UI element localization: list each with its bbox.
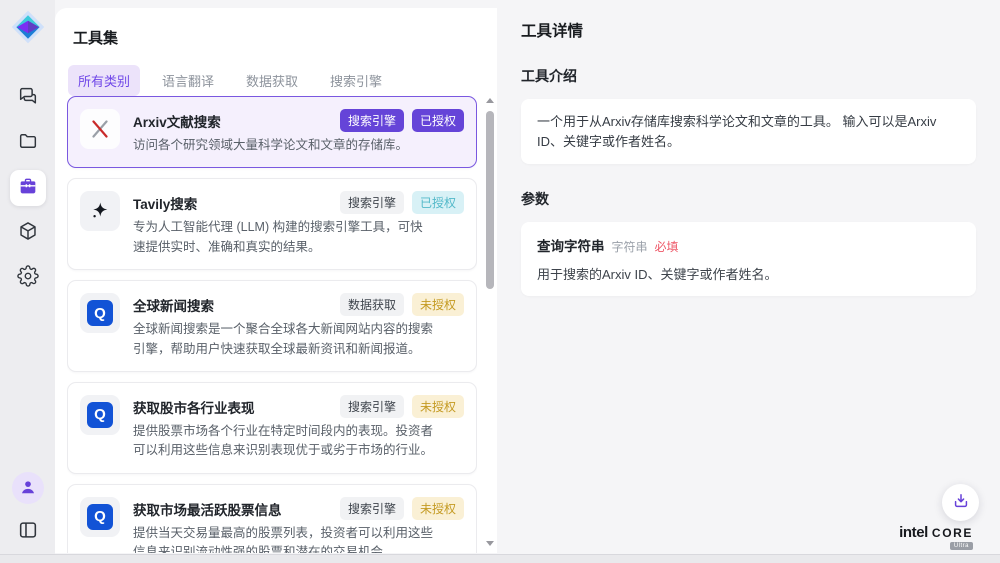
core-wordmark: CORE: [932, 526, 973, 540]
category-tag: 搜索引擎: [340, 109, 404, 132]
q-logo-icon: Q: [80, 497, 120, 537]
chat-icon: [17, 85, 39, 110]
param-name: 查询字符串: [537, 235, 605, 255]
tool-description: 提供当天交易量最高的股票列表，投资者可以利用这些信息来识别流动性强的股票和潜在的…: [133, 524, 435, 553]
auth-badge: 未授权: [412, 395, 464, 418]
sidebar-item-packages[interactable]: [10, 215, 46, 251]
app-logo[interactable]: [10, 9, 46, 45]
tool-card-arxiv[interactable]: Arxiv文献搜索 访问各个研究领域大量科学论文和文章的存储库。 搜索引擎 已授…: [67, 96, 477, 168]
auth-badge: 已授权: [412, 191, 464, 214]
download-icon: [951, 491, 971, 514]
q-logo-icon: Q: [80, 395, 120, 435]
tool-card-global-news[interactable]: Q 全球新闻搜索 全球新闻搜索是一个聚合全球各大新闻网站内容的搜索引擎，帮助用户…: [67, 280, 477, 372]
panel-toggle-button[interactable]: [10, 513, 46, 549]
scroll-up-icon[interactable]: [486, 98, 494, 103]
folder-icon: [17, 130, 39, 155]
ultra-badge: Ultra: [950, 542, 973, 550]
arxiv-x-icon: [80, 109, 120, 149]
detail-panel: 工具详情 工具介绍 一个用于从Arxiv存储库搜索科学论文和文章的工具。 输入可…: [497, 0, 1000, 563]
tool-card-tavily[interactable]: Tavily搜索 专为人工智能代理 (LLM) 构建的搜索引擎工具，可快速提供实…: [67, 178, 477, 270]
category-tag: 搜索引擎: [340, 395, 404, 418]
sparkle-icon: [80, 191, 120, 231]
page-title: 工具集: [55, 8, 497, 48]
tool-intro-text: 一个用于从Arxiv存储库搜索科学论文和文章的工具。 输入可以是Arxiv ID…: [537, 112, 960, 151]
category-tag: 搜索引擎: [340, 497, 404, 520]
category-tag: 数据获取: [340, 293, 404, 316]
category-tabs: 所有类别 语言翻译 数据获取 搜索引擎: [68, 65, 497, 96]
sidebar-item-settings[interactable]: [10, 260, 46, 296]
tab-search-engine[interactable]: 搜索引擎: [320, 65, 392, 96]
param-type: 字符串: [612, 238, 648, 255]
app-window: 工具集 所有类别 语言翻译 数据获取 搜索引擎 Arxiv文献搜索 访问各个研究…: [0, 0, 1000, 563]
tool-description: 专为人工智能代理 (LLM) 构建的搜索引擎工具，可快速提供实时、准确和真实的结…: [133, 218, 435, 257]
tab-data-acquisition[interactable]: 数据获取: [236, 65, 308, 96]
toolbox-icon: [17, 175, 39, 200]
tools-panel: 工具集 所有类别 语言翻译 数据获取 搜索引擎 Arxiv文献搜索 访问各个研究…: [55, 8, 497, 553]
tab-language-translation[interactable]: 语言翻译: [152, 65, 224, 96]
sidebar: [0, 0, 55, 563]
user-avatar[interactable]: [12, 472, 44, 504]
cube-icon: [17, 220, 39, 245]
tool-description: 访问各个研究领域大量科学论文和文章的存储库。: [133, 136, 408, 155]
scroll-down-icon[interactable]: [486, 541, 494, 546]
user-icon: [18, 477, 38, 500]
category-tag: 搜索引擎: [340, 191, 404, 214]
tool-card-active-stocks[interactable]: Q 获取市场最活跃股票信息 提供当天交易量最高的股票列表，投资者可以利用这些信息…: [67, 484, 477, 553]
intro-heading: 工具介绍: [521, 66, 976, 86]
param-card: 查询字符串 字符串 必填 用于搜索的Arxiv ID、关键字或作者姓名。: [521, 222, 976, 296]
detail-title: 工具详情: [521, 19, 976, 41]
diamond-logo-icon: [10, 32, 46, 49]
intel-wordmark: intel: [899, 524, 928, 541]
sidebar-item-tools[interactable]: [10, 170, 46, 206]
gear-icon: [17, 265, 39, 290]
tool-card-sector-performance[interactable]: Q 获取股市各行业表现 提供股票市场各个行业在特定时间段内的表现。投资者可以利用…: [67, 382, 477, 474]
intro-card: 一个用于从Arxiv存储库搜索科学论文和文章的工具。 输入可以是Arxiv ID…: [521, 99, 976, 164]
auth-badge: 未授权: [412, 497, 464, 520]
tool-description: 全球新闻搜索是一个聚合全球各大新闻网站内容的搜索引擎，帮助用户快速获取全球最新资…: [133, 320, 435, 359]
param-description: 用于搜索的Arxiv ID、关键字或作者姓名。: [537, 264, 960, 283]
intel-core-logo: intel CORE Ultra: [899, 524, 973, 550]
auth-badge: 未授权: [412, 293, 464, 316]
tool-list: Arxiv文献搜索 访问各个研究领域大量科学论文和文章的存储库。 搜索引擎 已授…: [67, 96, 477, 553]
panel-toggle-icon: [17, 519, 39, 544]
params-heading: 参数: [521, 189, 976, 209]
param-required-badge: 必填: [655, 238, 679, 255]
q-logo-icon: Q: [80, 293, 120, 333]
sidebar-item-files[interactable]: [10, 125, 46, 161]
tool-description: 提供股票市场各个行业在特定时间段内的表现。投资者可以利用这些信息来识别表现优于或…: [133, 422, 435, 461]
tab-all-categories[interactable]: 所有类别: [68, 65, 140, 96]
list-scrollbar[interactable]: [485, 96, 495, 548]
window-bottom-edge: [0, 554, 1000, 563]
download-button[interactable]: [942, 484, 979, 521]
scrollbar-thumb[interactable]: [486, 111, 494, 289]
sidebar-item-chat[interactable]: [10, 80, 46, 116]
auth-badge: 已授权: [412, 109, 464, 132]
